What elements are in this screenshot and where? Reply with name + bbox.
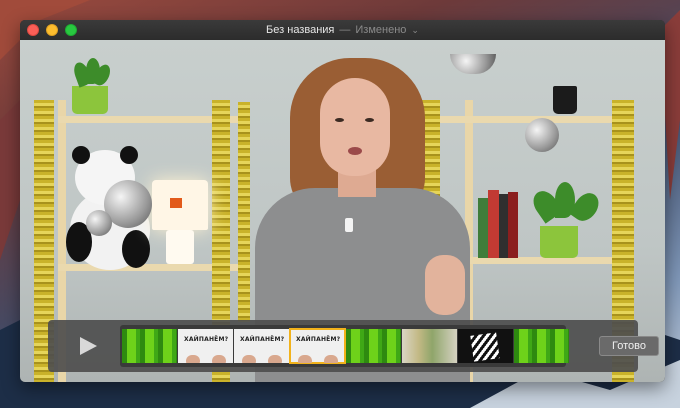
presenter-pendant: [345, 218, 353, 232]
frame-caption: ХАЙПАНЁМ?: [184, 336, 229, 343]
filmstrip-frame[interactable]: [122, 329, 177, 363]
panda-ear: [72, 146, 90, 164]
presenter-eye: [365, 118, 374, 122]
book: [488, 190, 499, 258]
frame-hand: [242, 355, 256, 363]
frame-paper: [470, 332, 500, 362]
tinsel-garland: [238, 102, 250, 322]
done-button[interactable]: Готово: [599, 336, 659, 356]
filmstrip-frame-selected[interactable]: ХАЙПАНЁМ?: [289, 328, 346, 364]
plant-pot: [540, 226, 578, 258]
window-controls: [27, 24, 77, 36]
frame-hand: [186, 355, 200, 363]
filmstrip-frame[interactable]: [514, 329, 569, 363]
document-status: Изменено: [355, 24, 407, 36]
panda-arm: [122, 230, 150, 268]
minimize-button[interactable]: [46, 24, 58, 36]
filmstrip-frame[interactable]: ХАЙПАНЁМ?: [234, 329, 289, 363]
panda-ear: [120, 146, 138, 164]
filmstrip[interactable]: ХАЙПАНЁМ? ХАЙПАНЁМ? ХАЙПАНЁМ?: [120, 325, 569, 367]
book: [508, 192, 518, 258]
book: [478, 198, 488, 258]
ornament-ball: [525, 118, 559, 152]
document-title: Без названия: [266, 24, 335, 36]
title-bar[interactable]: Без названия — Изменено ⌄: [20, 20, 665, 40]
presenter-hand: [425, 255, 465, 315]
shelf-board: [420, 116, 630, 123]
play-icon: [80, 337, 97, 355]
filmstrip-frame[interactable]: [346, 329, 401, 363]
video-frame[interactable]: ХАЙПАНЁМ? ХАЙПАНЁМ? ХАЙПАНЁМ? Готово: [20, 40, 665, 382]
chevron-down-icon[interactable]: ⌄: [411, 25, 419, 36]
filmstrip-frame[interactable]: ХАЙПАНЁМ?: [178, 329, 233, 363]
book: [499, 194, 508, 258]
presenter-mouth: [348, 147, 362, 155]
filmstrip-frame[interactable]: [402, 329, 457, 363]
presenter-face: [320, 78, 390, 176]
play-button[interactable]: [48, 320, 128, 372]
quicktime-window: Без названия — Изменено ⌄ ХАЙПАНЁМ? ХАЙП…: [20, 20, 665, 382]
lamp-label: [170, 198, 182, 208]
window-title[interactable]: Без названия — Изменено ⌄: [266, 24, 419, 36]
frame-hand: [298, 355, 312, 363]
maximize-button[interactable]: [65, 24, 77, 36]
trim-controls: ХАЙПАНЁМ? ХАЙПАНЁМ? ХАЙПАНЁМ? Готово: [48, 320, 659, 372]
frame-caption: ХАЙПАНЁМ?: [296, 336, 341, 343]
frame-hand: [324, 355, 338, 363]
plant-pot: [72, 86, 108, 114]
ornament-ball: [86, 210, 112, 236]
frame-hand: [268, 355, 282, 363]
presenter-eye: [335, 118, 344, 122]
title-separator: —: [339, 24, 351, 36]
frame-hand: [212, 355, 226, 363]
filmstrip-frame[interactable]: [458, 329, 513, 363]
close-button[interactable]: [27, 24, 39, 36]
coffee-mug: [553, 86, 577, 114]
ornament-ball: [450, 54, 496, 74]
shelf-board: [465, 257, 625, 264]
lamp-base: [166, 230, 194, 264]
frame-caption: ХАЙПАНЁМ?: [240, 336, 285, 343]
